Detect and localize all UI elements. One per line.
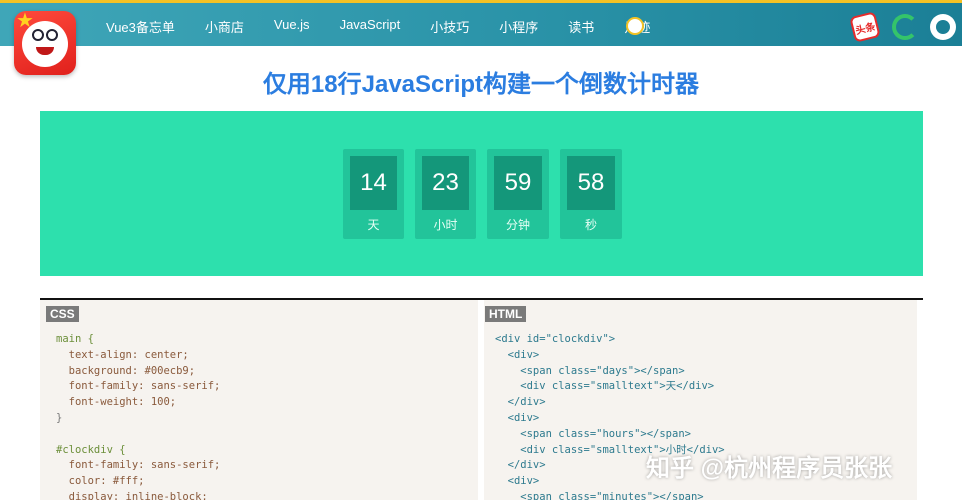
toutiao-icon-label: 头条 xyxy=(854,21,877,37)
github-icon[interactable] xyxy=(930,14,956,40)
nav-item-shop[interactable]: 小商店 xyxy=(205,17,244,36)
code-line: </div> xyxy=(495,459,546,472)
nav-item-javascript[interactable]: JavaScript xyxy=(340,17,401,36)
top-navbar: ★ Vue3备忘单 小商店 Vue.js JavaScript 小技巧 小程序 … xyxy=(0,0,962,75)
zhihu-watermark: 知乎 @杭州程序员张张 xyxy=(646,455,893,482)
hours-value: 23 xyxy=(422,156,469,210)
seconds-label: 秒 xyxy=(584,218,597,232)
nav-item-vue3-cheatsheet[interactable]: Vue3备忘单 xyxy=(106,17,175,36)
countdown-hours: 23 小时 xyxy=(415,149,476,239)
logo-eye-left xyxy=(32,29,44,41)
code-line: <div> xyxy=(495,411,540,424)
code-line: #clockdiv { xyxy=(56,443,126,456)
code-line: } xyxy=(56,411,63,424)
seconds-value: 58 xyxy=(567,156,615,210)
main-nav: Vue3备忘单 小商店 Vue.js JavaScript 小技巧 小程序 读书… xyxy=(106,17,680,36)
html-tab-label: HTML xyxy=(485,306,527,322)
page-title: 仅用18行JavaScript构建一个倒数计时器 xyxy=(262,71,700,98)
code-line: font-family: sans-serif; xyxy=(56,459,221,472)
countdown-minutes: 59 分钟 xyxy=(487,149,549,239)
logo-eye-right xyxy=(46,29,58,41)
code-line: font-family: sans-serif; xyxy=(56,380,221,393)
code-line: <div id="clockdiv"> xyxy=(495,333,616,345)
code-line: font-weight: 100; xyxy=(56,396,177,409)
theme-toggle[interactable] xyxy=(626,17,644,35)
code-line: display: inline-block; xyxy=(56,490,208,500)
code-line: <div class="smalltext">天</div> xyxy=(495,380,715,393)
nav-item-mini-program[interactable]: 小程序 xyxy=(499,17,538,36)
code-line: </div> xyxy=(495,396,546,409)
nav-item-vuejs[interactable]: Vue.js xyxy=(274,17,310,36)
code-line: color: #fff; xyxy=(56,475,145,488)
countdown-seconds: 58 秒 xyxy=(560,149,622,239)
code-line: main { xyxy=(56,333,94,345)
code-line: <div> xyxy=(495,348,540,361)
site-logo[interactable]: ★ xyxy=(14,11,76,75)
hours-label: 小时 xyxy=(433,218,458,232)
nav-item-reading[interactable]: 读书 xyxy=(568,17,594,36)
minutes-label: 分钟 xyxy=(505,218,530,232)
code-line: text-align: center; xyxy=(56,348,189,361)
code-line: <div> xyxy=(495,475,540,488)
css-code: main { text-align: center; background: #… xyxy=(56,332,220,500)
minutes-value: 59 xyxy=(494,156,542,210)
css-code-pane[interactable]: CSS main { text-align: center; backgroun… xyxy=(40,300,478,500)
nav-item-tips[interactable]: 小技巧 xyxy=(430,17,469,36)
refresh-icon[interactable] xyxy=(892,14,918,40)
code-line: <span class="hours"></span> xyxy=(495,427,691,440)
code-line: <span class="days"></span> xyxy=(495,364,685,377)
countdown-days: 14 天 xyxy=(343,149,404,239)
github-icon-mark xyxy=(936,20,950,34)
days-value: 14 xyxy=(350,156,397,210)
logo-face xyxy=(22,21,68,67)
toutiao-icon[interactable]: 头条 xyxy=(849,11,881,43)
code-line: <span class="minutes"></span> xyxy=(495,490,704,500)
countdown-clock: 14 天 23 小时 59 分钟 58 秒 xyxy=(343,149,633,239)
days-label: 天 xyxy=(367,218,380,232)
css-tab-label: CSS xyxy=(46,306,79,322)
code-line: background: #00ecb9; xyxy=(56,364,196,377)
